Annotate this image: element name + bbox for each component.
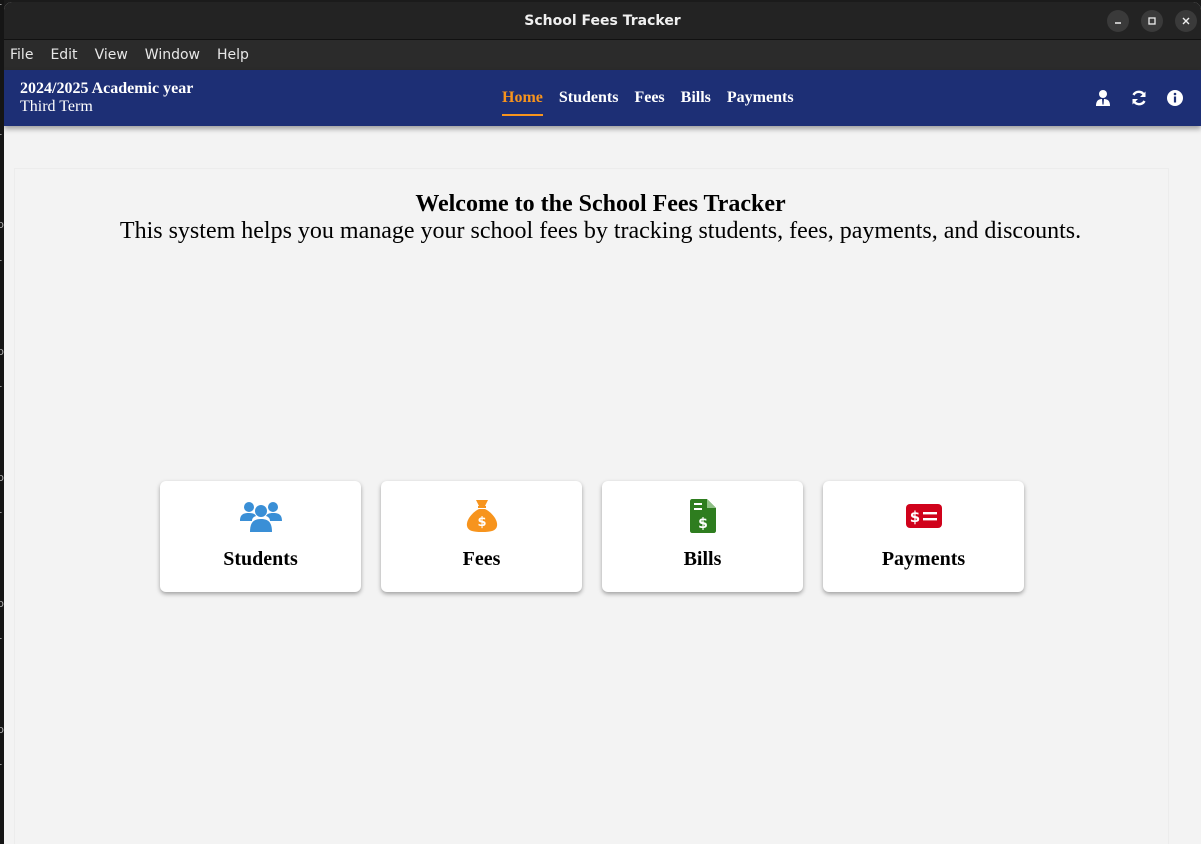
close-icon: [1182, 17, 1190, 25]
academic-period: 2024/2025 Academic year Third Term: [20, 80, 193, 116]
svg-text:$: $: [698, 516, 708, 532]
welcome-subtitle: This system helps you manage your school…: [119, 218, 1082, 244]
minimize-icon: [1115, 22, 1121, 24]
students-card-label: Students: [223, 548, 298, 570]
window-title: School Fees Tracker: [524, 13, 681, 29]
fees-card[interactable]: $ Fees: [381, 481, 582, 592]
main-nav: Home Students Fees Bills Payments: [502, 70, 810, 126]
refresh-button[interactable]: [1129, 88, 1149, 108]
user-button[interactable]: [1093, 88, 1113, 108]
title-bar: School Fees Tracker: [4, 2, 1201, 40]
tab-payments[interactable]: Payments: [727, 70, 794, 126]
minimize-button[interactable]: [1107, 10, 1129, 32]
payments-card[interactable]: $ Payments: [823, 481, 1024, 592]
info-button[interactable]: [1165, 88, 1185, 108]
payments-card-label: Payments: [881, 548, 966, 570]
refresh-icon: [1132, 90, 1146, 106]
info-icon: [1167, 90, 1183, 106]
money-bag-icon: $: [466, 500, 497, 532]
money-bill-icon: $: [905, 504, 942, 528]
maximize-icon: [1148, 17, 1156, 25]
close-button[interactable]: [1175, 10, 1197, 32]
academic-term: Third Term: [20, 98, 93, 115]
tab-home[interactable]: Home: [502, 70, 543, 126]
welcome-section: Welcome to the School Fees Tracker This …: [0, 190, 1201, 244]
svg-text:$: $: [477, 515, 486, 530]
menu-edit[interactable]: Edit: [50, 47, 83, 63]
user-icon: [1096, 90, 1110, 106]
menu-help[interactable]: Help: [217, 47, 255, 63]
fees-card-label: Fees: [462, 548, 501, 570]
tab-fees[interactable]: Fees: [634, 70, 664, 126]
bills-card-label: Bills: [683, 548, 722, 570]
tab-students[interactable]: Students: [559, 70, 619, 126]
users-icon: [239, 502, 282, 532]
invoice-icon: $: [689, 499, 716, 533]
academic-year: 2024/2025 Academic year: [20, 80, 194, 97]
maximize-button[interactable]: [1141, 10, 1163, 32]
svg-text:$: $: [909, 508, 919, 526]
menu-bar: File Edit View Window Help: [4, 40, 1201, 70]
menu-file[interactable]: File: [10, 47, 39, 63]
menu-window[interactable]: Window: [145, 47, 206, 63]
welcome-heading: Welcome to the School Fees Tracker: [415, 191, 786, 217]
quick-links: Students $ Fees $ Bills $ Payments: [160, 481, 1024, 592]
students-card[interactable]: Students: [160, 481, 361, 592]
app-header: 2024/2025 Academic year Third Term Home …: [4, 70, 1201, 126]
bills-card[interactable]: $ Bills: [602, 481, 803, 592]
tab-bills[interactable]: Bills: [681, 70, 711, 126]
menu-view[interactable]: View: [95, 47, 134, 63]
